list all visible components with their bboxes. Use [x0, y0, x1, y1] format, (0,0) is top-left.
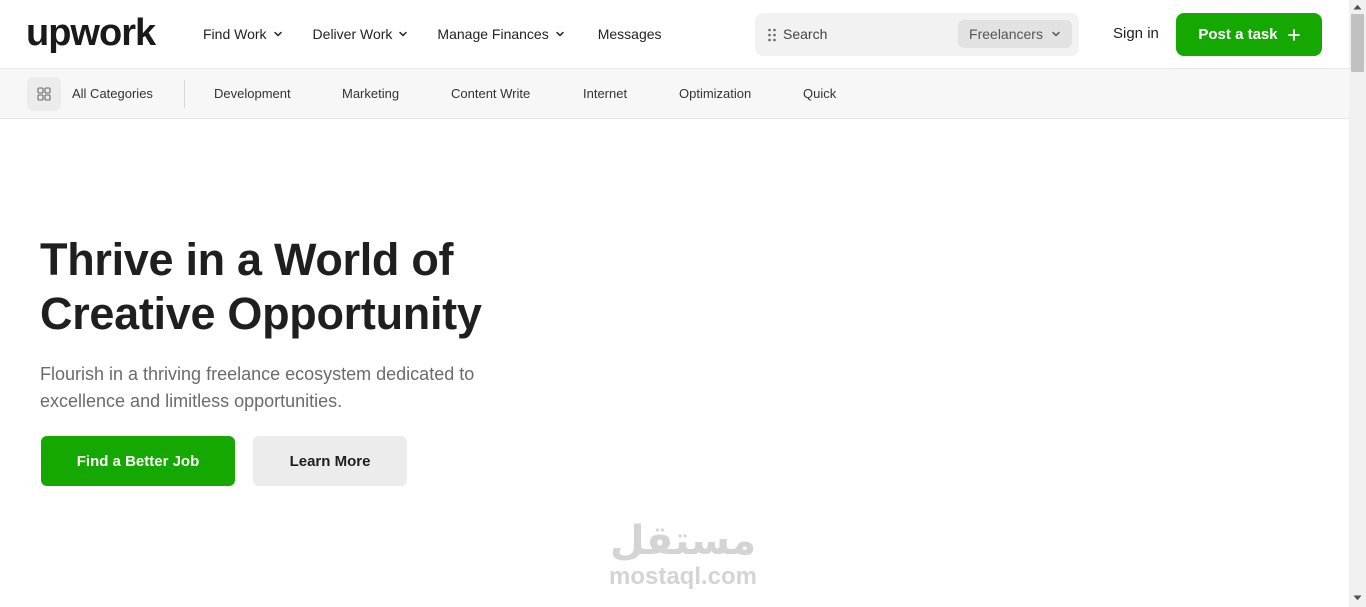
category-bar: All Categories Development Marketing Con… [0, 69, 1349, 119]
hero-title: Thrive in a World of Creative Opportunit… [40, 233, 600, 341]
drag-grip-icon [768, 28, 776, 42]
chevron-down-icon [273, 31, 282, 37]
chevron-down-icon [1052, 31, 1060, 37]
all-categories-label[interactable]: All Categories [72, 86, 153, 101]
plus-icon [1287, 28, 1300, 41]
category-divider [184, 80, 185, 108]
nav-messages-label: Messages [597, 26, 662, 42]
page: upwork Find Work Deliver Work Manage Fin… [0, 0, 1349, 607]
search-bar[interactable]: Search Freelancers [755, 13, 1079, 56]
mostaql-watermark: مستقل mostaql.com [600, 518, 766, 598]
category-optimization[interactable]: Optimization [679, 86, 751, 101]
watermark-arabic: مستقل [609, 518, 757, 564]
search-scope-dropdown[interactable]: Freelancers [958, 20, 1072, 48]
scroll-up-arrow-icon[interactable] [1353, 4, 1362, 10]
hero-title-line1: Thrive in a World of [40, 234, 454, 285]
main-nav: Find Work Deliver Work Manage Finances M… [203, 24, 662, 44]
scroll-down-arrow-icon[interactable] [1353, 595, 1362, 601]
nav-manage-finances[interactable]: Manage Finances [437, 24, 564, 44]
top-header: upwork Find Work Deliver Work Manage Fin… [0, 0, 1349, 69]
scrollbar-thumb[interactable] [1351, 14, 1364, 72]
hero-subtitle-line1: Flourish in a thriving freelance ecosyst… [40, 364, 475, 384]
nav-manage-finances-label: Manage Finances [437, 26, 549, 42]
category-internet[interactable]: Internet [583, 86, 627, 101]
all-categories-button[interactable] [27, 77, 61, 111]
browser-viewport: upwork Find Work Deliver Work Manage Fin… [0, 0, 1366, 607]
category-marketing[interactable]: Marketing [342, 86, 399, 101]
vertical-scrollbar[interactable] [1349, 0, 1366, 607]
search-scope-label: Freelancers [969, 26, 1043, 42]
nav-find-work[interactable]: Find Work [203, 24, 283, 44]
category-development[interactable]: Development [214, 86, 291, 101]
chevron-down-icon [555, 31, 564, 37]
upwork-logo[interactable]: upwork [26, 12, 156, 54]
nav-find-work-label: Find Work [203, 26, 267, 42]
category-quick[interactable]: Quick [803, 86, 836, 101]
learn-more-button[interactable]: Learn More [253, 436, 407, 486]
hero-subtitle-line2: excellence and limitless opportunities. [40, 391, 343, 411]
hero-title-line2: Creative Opportunity [40, 288, 482, 339]
watermark-latin: mostaql.com [608, 563, 758, 590]
chevron-down-icon [399, 31, 408, 37]
grid-icon [37, 87, 51, 101]
post-task-button[interactable]: Post a task [1176, 13, 1322, 56]
find-better-job-button[interactable]: Find a Better Job [41, 436, 235, 486]
nav-messages[interactable]: Messages [598, 24, 662, 44]
sign-in-link[interactable]: Sign in [1113, 25, 1159, 42]
post-task-label: Post a task [1198, 26, 1278, 43]
hero-subtitle: Flourish in a thriving freelance ecosyst… [40, 361, 560, 415]
nav-deliver-work-label: Deliver Work [312, 26, 393, 42]
category-content-write[interactable]: Content Write [451, 86, 530, 101]
nav-deliver-work[interactable]: Deliver Work [313, 24, 409, 44]
search-input[interactable]: Search [783, 26, 827, 42]
